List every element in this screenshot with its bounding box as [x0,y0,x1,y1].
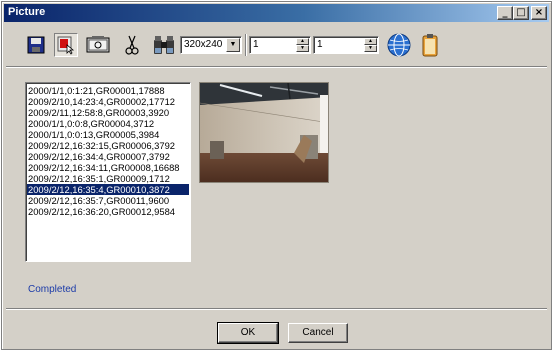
resolution-select[interactable]: 320x240 ▼ [180,36,242,54]
end-spinner[interactable]: 1 ▲ ▼ [313,36,379,54]
list-item[interactable]: 2009/2/12,16:32:15,GR00006,3792 [27,140,189,151]
toolbar-divider [6,66,547,68]
title-bar[interactable]: Picture _ □ × [4,4,549,22]
list-item[interactable]: 2009/2/12,16:35:7,GR00011,9600 [27,195,189,206]
cut-button[interactable] [120,33,144,57]
spin-up-icon[interactable]: ▲ [296,38,309,45]
cut-icon [125,35,139,55]
start-spinner-value: 1 [253,39,259,50]
status-text: Completed [28,284,77,295]
picture-preview [199,82,329,183]
save-icon [27,36,45,54]
window-title: Picture [8,6,46,18]
snapshot-button[interactable] [86,33,110,57]
list-item[interactable]: 2000/1/1,0:1:21,GR00001,17888 [27,85,189,96]
network-globe-icon [387,33,411,57]
end-spinner-value: 1 [317,39,323,50]
end-spinner-arrows[interactable]: ▲ ▼ [364,38,377,52]
camera-snapshot-icon [86,36,110,53]
list-item[interactable]: 2009/2/10,14:23:4,GR00002,17712 [27,96,189,107]
list-item[interactable]: 2000/1/1,0:0:13,GR00005,3984 [27,129,189,140]
resolution-value: 320x240 [184,39,223,50]
clipboard-icon [422,34,438,57]
footer-divider [6,308,547,310]
clipboard-button[interactable] [418,33,442,57]
list-item[interactable]: 2009/2/12,16:35:1,GR00009,1712 [27,173,189,184]
list-item[interactable]: 2009/2/11,12:58:8,GR00003,3920 [27,107,189,118]
spin-down-icon[interactable]: ▼ [364,45,377,52]
spin-up-icon[interactable]: ▲ [364,38,377,45]
file-listbox[interactable]: 2000/1/1,0:1:21,GR00001,17888 2009/2/10,1… [25,82,191,262]
ok-button[interactable]: OK [217,322,279,344]
start-spinner[interactable]: 1 ▲ ▼ [249,36,311,54]
list-item[interactable]: 2009/2/12,16:36:20,GR00012,9584 [27,206,189,217]
cancel-button[interactable]: Cancel [288,323,348,343]
network-button[interactable] [386,32,412,58]
chevron-down-icon[interactable]: ▼ [226,38,240,52]
list-item[interactable]: 2009/2/12,16:34:4,GR00007,3792 [27,151,189,162]
maximize-button[interactable]: □ [513,6,529,20]
save-button[interactable] [24,33,48,57]
spin-down-icon[interactable]: ▼ [296,45,309,52]
picture-dialog: Picture _ □ × 320x240 ▼ 1 ▲ ▼ 1 ▲ ▼ 2000… [1,1,552,350]
record-button[interactable] [54,33,78,57]
close-button[interactable]: × [531,6,547,20]
list-item[interactable]: 2009/2/12,16:35:4,GR00010,3872 [27,184,189,195]
start-spinner-arrows[interactable]: ▲ ▼ [296,38,309,52]
minimize-button[interactable]: _ [497,6,513,20]
toolbar-separator [245,34,247,56]
list-item[interactable]: 2009/2/12,16:34:11,GR00008,16688 [27,162,189,173]
list-item[interactable]: 2000/1/1,0:0:8,GR00004,3712 [27,118,189,129]
binoculars-icon [154,36,174,54]
record-icon [57,36,75,55]
find-button[interactable] [152,33,176,57]
